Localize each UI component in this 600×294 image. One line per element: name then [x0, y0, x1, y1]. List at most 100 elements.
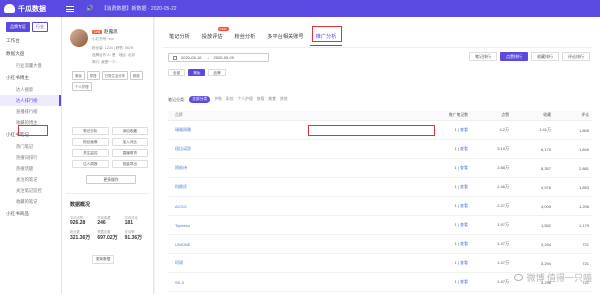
col-collects[interactable]: 收藏: [512, 113, 554, 118]
blogger-name-text: 赵露思: [103, 29, 118, 34]
view-link[interactable]: 查看: [460, 260, 468, 265]
sidebar-item[interactable]: 直播排行榜: [0, 106, 61, 117]
brand-link[interactable]: Topbeso: [168, 223, 418, 228]
col-brand: 品牌: [175, 113, 183, 117]
view-link[interactable]: 查看: [460, 241, 468, 246]
sort-button[interactable]: 美妆: [188, 69, 206, 76]
menu-icon[interactable]: [66, 5, 74, 12]
filter-chip[interactable]: 其他: [280, 97, 288, 102]
profile-stats: 平均点赞 926.28 平均收藏 246 平均评论 181 粉丝数 321.36万 赞藏总数 69…: [70, 215, 150, 241]
collects-cell: 3,294: [540, 260, 551, 266]
sidebar-item[interactable]: 关注笔记监控: [0, 185, 61, 196]
profile-tag: 日常生活分享: [101, 71, 128, 80]
filter-chip[interactable]: 彩妆: [226, 97, 234, 102]
collects-cell: 6,179: [540, 146, 551, 152]
sidebar-item[interactable]: 热搜话题: [0, 163, 61, 174]
comments-cell: 2,881: [578, 165, 589, 171]
tab-1[interactable]: 投放评估 NEW: [196, 27, 229, 46]
brand-link[interactable]: 纽比诺思: [168, 146, 418, 152]
view-button[interactable]: 笔记排行: [469, 52, 497, 61]
profile-action-button[interactable]: 批量导出: [111, 160, 148, 168]
brand-link[interactable]: UNIONE: [168, 242, 418, 247]
view-link[interactable]: 查看: [460, 203, 468, 208]
sort-button[interactable]: 品牌: [208, 69, 226, 76]
notes-cell: 1 | 查看: [454, 241, 469, 246]
col-comments[interactable]: 评论: [554, 113, 592, 118]
sidebar-tab-industry[interactable]: 行业: [32, 22, 48, 32]
col-notes[interactable]: 推广笔记数: [418, 113, 470, 118]
sidebar-item[interactable]: 热搜词排行: [0, 152, 61, 163]
brand-link[interactable]: 珂润: [168, 260, 418, 266]
sidebar-tabs: 品牌专区 行业: [0, 17, 61, 35]
view-button[interactable]: 点赞排行: [500, 52, 528, 61]
app-logo[interactable]: 千瓜数据: [0, 4, 62, 14]
profile-action-button[interactable]: 笔记分析: [72, 127, 109, 135]
filter-chip[interactable]: 个人护理: [238, 97, 253, 102]
likes-cell: 2.88万: [497, 165, 509, 170]
notes-count: 1: [454, 203, 457, 208]
notes-cell: 1 | 查看: [454, 146, 469, 151]
profile-action-button[interactable]: 添加收藏: [111, 127, 148, 135]
brand-link[interactable]: 娇韵诗: [168, 165, 418, 171]
sidebar-item[interactable]: 达人搜索: [0, 84, 61, 95]
profile-action-button[interactable]: 加入对比: [111, 138, 148, 146]
filter-chip[interactable]: 穿搭: [257, 97, 265, 102]
stat-item: 平均点赞 926.28: [70, 215, 95, 226]
tab-label: 多平台相关账号: [267, 34, 304, 40]
notes-count: 1: [454, 260, 457, 265]
profile-line: 品牌合作人: 是 · 地区: 北京: [92, 53, 136, 57]
table-body: 瑞福润雅 1 | 查看 4.2万 1.41万 1,805 纽比诺思 1 | 查看 3.19万 6…: [168, 121, 592, 292]
col-likes[interactable]: 点赞: [470, 113, 512, 118]
brand-link[interactable]: ACGO: [168, 204, 418, 209]
view-link[interactable]: 查看: [460, 146, 468, 151]
table-row: Topbeso 1 | 查看 1.97万 1,552 1,179: [168, 216, 592, 235]
tab-3[interactable]: 多平台相关账号: [261, 27, 309, 46]
sidebar-item[interactable]: 行业流量大盘: [0, 60, 61, 71]
ranking-view-buttons: 笔记排行 点赞排行 收藏排行 评论排行: [469, 52, 590, 61]
profile-action-button[interactable]: 关注监控: [72, 149, 109, 157]
stat-value: 926.28: [70, 220, 86, 226]
view-link[interactable]: 查看: [460, 222, 468, 227]
view-button[interactable]: 收藏排行: [531, 52, 559, 61]
profile-line: 小红书号: xxx: [92, 37, 114, 41]
sidebar-item[interactable]: 关注的笔记: [0, 174, 61, 185]
view-link[interactable]: 查看: [460, 127, 468, 132]
view-button[interactable]: 评论排行: [562, 52, 590, 61]
sidebar-item[interactable]: 小红书商品: [0, 207, 61, 220]
sidebar-item[interactable]: 收藏的笔记: [0, 196, 61, 207]
refresh-button[interactable]: 更新数据: [92, 255, 115, 264]
notes-cell: 1 | 查看: [454, 260, 469, 265]
notes-cell: 1 | 查看: [454, 279, 469, 284]
profile-action-button[interactable]: 达人周报: [72, 160, 109, 168]
view-link[interactable]: 查看: [460, 165, 468, 170]
filter-chip[interactable]: 美食: [268, 97, 276, 102]
profile-action-button[interactable]: 粉丝画像: [72, 138, 109, 146]
profile-tag: 美妆: [72, 71, 85, 80]
profile-action-button[interactable]: 直播带货: [111, 149, 148, 157]
brand-link[interactable]: 科颜氏: [168, 184, 418, 190]
sidebar-item[interactable]: 达人排行榜: [0, 95, 61, 106]
sidebar-item[interactable]: 热门笔记: [0, 141, 61, 152]
table-row: 纽比诺思 1 | 查看 3.19万 6,179 1,849: [168, 140, 592, 159]
more-actions-button[interactable]: 更多操作: [86, 175, 136, 184]
brand-link[interactable]: SK-II: [168, 280, 418, 285]
notes-cell: 1 | 查看: [454, 165, 469, 170]
sort-button[interactable]: 全部: [168, 69, 186, 76]
notes-count: 1: [454, 184, 457, 189]
sidebar-item[interactable]: 数据大盘: [0, 47, 61, 60]
tab-0[interactable]: 笔记分析: [163, 27, 196, 46]
filter-chip[interactable]: 护肤: [214, 97, 222, 102]
likes-cell: 3.19万: [497, 146, 509, 151]
sidebar-item[interactable]: 工作台: [0, 35, 61, 47]
filter-chip[interactable]: 全部分类: [189, 96, 211, 103]
profile-line: 粉丝量: 1234 | 获赞: 5678: [92, 46, 133, 50]
profile-actions: 笔记分析 添加收藏 粉丝画像 加入对比 关注监控 直播带货 达人周报 批量导出: [72, 127, 148, 168]
sidebar-item[interactable]: 小红书博主: [0, 71, 61, 84]
date-range-picker[interactable]: 2020-05-16 → 2020-05-09: [168, 53, 269, 62]
likes-cell: 4.2万: [499, 127, 509, 132]
tab-2[interactable]: 粉丝分析: [229, 27, 262, 46]
sidebar-tab-brand[interactable]: 品牌专区: [6, 22, 30, 32]
view-link[interactable]: 查看: [460, 279, 468, 284]
view-link[interactable]: 查看: [460, 184, 468, 189]
notice-text[interactable]: 【消费数据】新数据 · 2020-05-22: [101, 5, 176, 12]
